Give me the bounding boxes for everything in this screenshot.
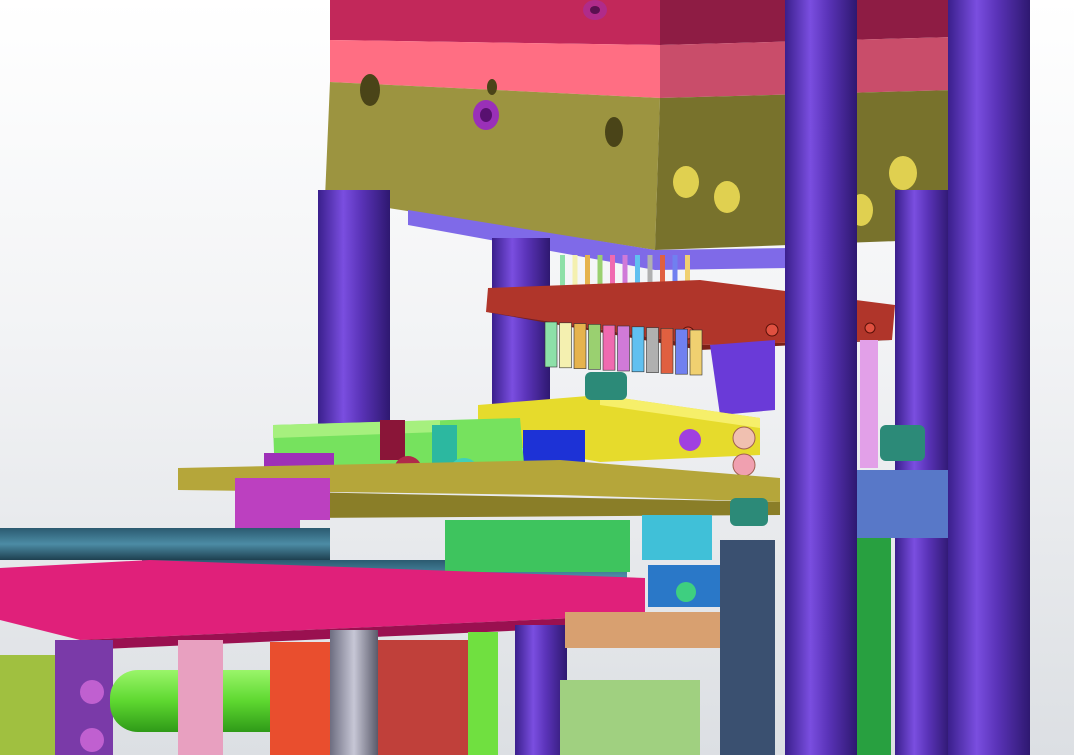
tan-plate[interactable] — [565, 612, 745, 648]
purple-bracket[interactable] — [710, 340, 775, 415]
pin-hole-icon — [765, 323, 779, 337]
hole-icon — [714, 181, 740, 213]
cyan-terminal-block[interactable] — [642, 515, 712, 560]
socket-screw-icon — [730, 498, 768, 526]
hole-icon — [360, 74, 380, 106]
pin-hole-icon — [864, 322, 876, 334]
dark-blue-plate[interactable] — [720, 540, 775, 755]
terminal-contact[interactable] — [660, 328, 674, 374]
socket-screw-icon — [585, 372, 627, 400]
fitting-icon — [380, 420, 405, 460]
guide-column-left[interactable] — [318, 190, 390, 430]
guide-column-front-b[interactable] — [948, 0, 1030, 755]
guide-column-front-a[interactable] — [785, 0, 857, 755]
socket-screw-icon — [880, 425, 925, 461]
fitting-icon — [679, 429, 701, 451]
terminal-row[interactable] — [544, 321, 703, 376]
fitting-icon — [676, 582, 696, 602]
terminal-contact[interactable] — [559, 322, 572, 369]
purple-rod[interactable] — [515, 625, 567, 755]
left-frame-block[interactable] — [0, 655, 55, 755]
assembly-model[interactable] — [0, 0, 1074, 755]
linear-rail-upper[interactable] — [0, 528, 330, 560]
fitting-icon — [732, 453, 756, 477]
terminal-contact[interactable] — [544, 321, 558, 368]
guide-column-center[interactable] — [492, 238, 550, 408]
hole-icon — [889, 156, 917, 190]
terminal-contact[interactable] — [573, 323, 587, 369]
ejector-pin[interactable] — [860, 340, 878, 468]
screw-socket-icon — [590, 6, 600, 14]
screw-socket-icon — [480, 108, 492, 122]
lightgreen-block[interactable] — [560, 680, 700, 755]
hole-icon — [487, 79, 497, 95]
terminal-contact[interactable] — [602, 324, 616, 371]
cad-viewport[interactable] — [0, 0, 1074, 755]
hole-icon — [673, 166, 699, 198]
grey-guide-rod[interactable] — [330, 630, 378, 755]
orange-block[interactable] — [270, 642, 330, 755]
red-block[interactable] — [378, 640, 478, 755]
pink-rod[interactable] — [178, 640, 223, 755]
terminal-contact[interactable] — [646, 327, 659, 373]
green-middle-block[interactable] — [445, 520, 630, 572]
socket-screw-icon — [80, 728, 104, 752]
terminal-contact[interactable] — [588, 324, 601, 370]
hole-icon — [605, 117, 623, 147]
terminal-contact[interactable] — [631, 326, 645, 373]
terminal-contact[interactable] — [617, 325, 630, 372]
fitting-icon — [732, 426, 756, 450]
terminal-contact[interactable] — [689, 329, 703, 376]
terminal-contact[interactable] — [675, 328, 688, 375]
green-bar[interactable] — [468, 632, 498, 755]
socket-screw-icon — [80, 680, 104, 704]
blue-clamp-block[interactable] — [845, 470, 950, 538]
fitting-icon — [432, 425, 457, 465]
